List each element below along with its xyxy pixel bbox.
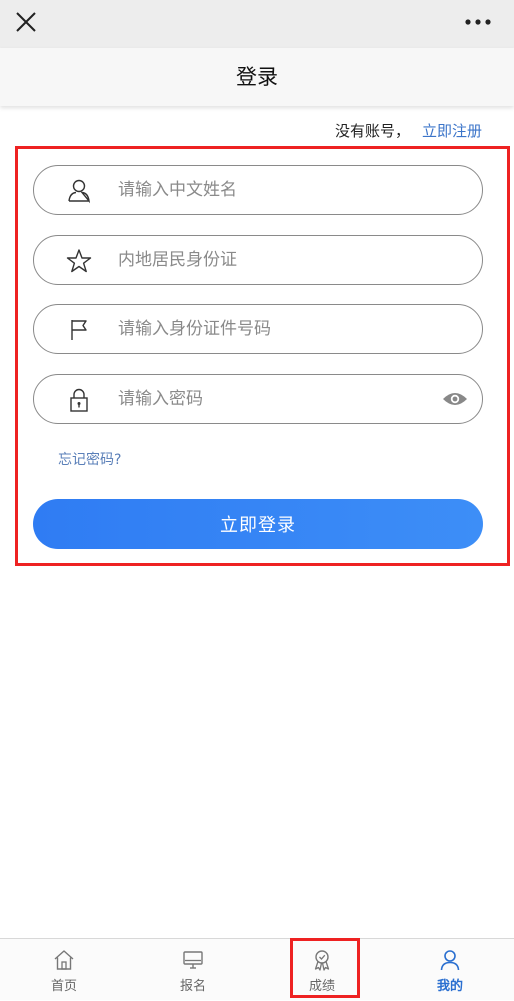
id-type-select[interactable] (118, 236, 438, 284)
tab-mine[interactable]: 我的 (410, 939, 490, 1001)
page-title: 登录 (236, 65, 278, 89)
id-number-field[interactable] (33, 304, 483, 354)
password-input[interactable] (118, 375, 438, 423)
tab-home[interactable]: 首页 (24, 939, 104, 1001)
login-button[interactable]: 立即登录 (33, 499, 483, 549)
register-row: 没有账号， 立即注册 (335, 120, 482, 141)
id-number-input[interactable] (118, 305, 438, 353)
lock-icon (70, 388, 88, 412)
tab-mine-label: 我的 (436, 979, 463, 994)
star-icon (66, 249, 92, 273)
password-field[interactable] (33, 374, 483, 424)
tab-home-label: 首页 (50, 979, 77, 994)
tab-highlight-box (290, 938, 360, 998)
title-bar: 登录 (0, 48, 514, 106)
home-icon (54, 950, 74, 970)
eye-icon[interactable] (442, 390, 468, 408)
person-icon (68, 179, 90, 204)
forgot-password-link[interactable]: 忘记密码? (58, 449, 121, 469)
register-link[interactable]: 立即注册 (422, 122, 482, 140)
name-field[interactable] (33, 165, 483, 215)
id-type-field[interactable] (33, 235, 483, 285)
flag-icon (71, 320, 87, 340)
register-question: 没有账号， (334, 122, 410, 140)
user-icon (440, 950, 460, 971)
monitor-icon (183, 951, 203, 969)
tab-bar: 首页 报名 成绩 我的 (0, 938, 514, 1000)
name-input[interactable] (118, 166, 438, 214)
tab-signup-label: 报名 (179, 979, 206, 994)
tab-signup[interactable]: 报名 (153, 939, 233, 1001)
close-icon[interactable] (12, 8, 40, 36)
more-icon[interactable] (464, 18, 492, 26)
top-bar (0, 0, 514, 48)
